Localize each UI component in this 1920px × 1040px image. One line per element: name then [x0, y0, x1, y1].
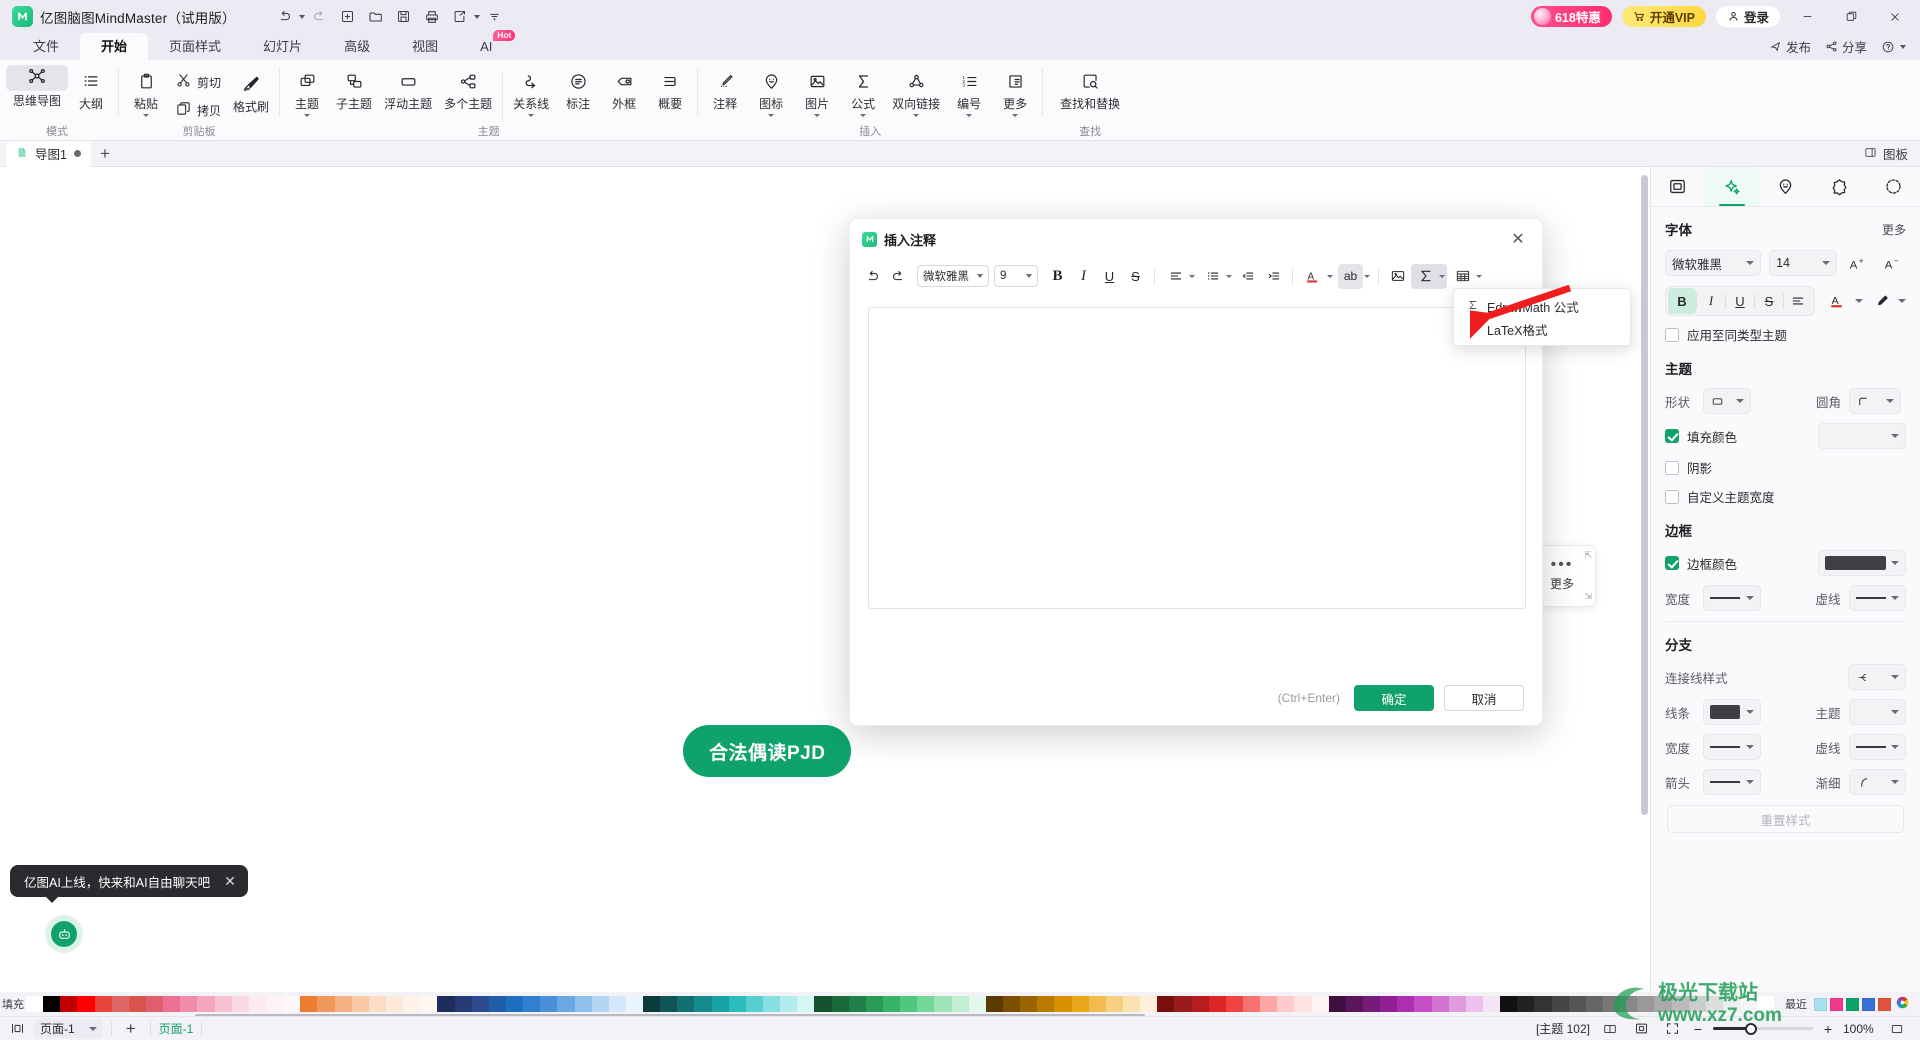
dialog-font-color-combo[interactable]: A	[1299, 264, 1335, 289]
dialog-list-combo[interactable]	[1198, 264, 1234, 289]
dialog-font-color-button[interactable]: A	[1301, 264, 1326, 289]
dialog-title: 插入注释	[884, 232, 937, 248]
dialog-cancel-button[interactable]: 取消	[1444, 685, 1524, 711]
dialog-close-button[interactable]: ✕	[1506, 227, 1530, 251]
align-dropdown-icon[interactable]	[1189, 274, 1195, 278]
dialog-redo-button[interactable]	[886, 264, 911, 289]
dialog-ok-button[interactable]: 确定	[1354, 685, 1434, 711]
dialog-table-combo[interactable]	[1448, 264, 1484, 289]
dialog-undo-button[interactable]	[860, 264, 885, 289]
mindmaster-logo-icon	[862, 231, 877, 247]
dropdown-item-edrawmath[interactable]: EdrawMath 公式	[1454, 295, 1630, 318]
highlight-dropdown-icon[interactable]	[1364, 274, 1370, 278]
sigma-icon	[1467, 299, 1479, 314]
dialog-highlight-combo[interactable]: ab	[1336, 263, 1372, 289]
app-window: 亿图脑图MindMaster（试用版） 618特惠 开通VIP 登录 文件 开始…	[0, 0, 1920, 1040]
divider	[1378, 267, 1379, 285]
dialog-insert-table-button[interactable]	[1450, 264, 1475, 289]
dialog-insert-formula-button[interactable]	[1413, 264, 1438, 289]
dropdown-item-latex[interactable]: LaTeX格式	[1454, 318, 1630, 341]
formula-type-dropdown: EdrawMath 公式 LaTeX格式	[1453, 288, 1631, 346]
dialog-toolbar: 微软雅黑 9 B I U S A ab	[850, 259, 1542, 293]
dialog-underline-button[interactable]: U	[1097, 264, 1122, 289]
dialog-highlight-button[interactable]: ab	[1338, 263, 1363, 289]
chevron-down-icon	[1026, 274, 1032, 278]
dialog-indent-button[interactable]	[1261, 264, 1286, 289]
dialog-align-button[interactable]	[1163, 264, 1188, 289]
dropdown-item-latex-label: LaTeX格式	[1487, 324, 1548, 338]
formula-dropdown-icon[interactable]	[1439, 274, 1445, 278]
dialog-strikethrough-button[interactable]: S	[1123, 264, 1148, 289]
dialog-align-combo[interactable]	[1161, 264, 1197, 289]
divider	[1292, 267, 1293, 285]
note-editor[interactable]	[868, 307, 1526, 609]
dialog-formula-combo[interactable]	[1411, 263, 1447, 289]
dialog-font-family-select[interactable]: 微软雅黑	[917, 265, 989, 287]
insert-note-dialog: 插入注释 ✕ 微软雅黑 9 B I U S A ab (Ctrl+Enter) …	[849, 218, 1543, 726]
dialog-bold-button[interactable]: B	[1045, 264, 1070, 289]
dropdown-item-edrawmath-label: EdrawMath 公式	[1487, 301, 1579, 315]
modal-overlay: 插入注释 ✕ 微软雅黑 9 B I U S A ab (Ctrl+Enter) …	[0, 0, 1920, 1040]
dialog-font-family-value: 微软雅黑	[923, 271, 969, 283]
dialog-italic-button[interactable]: I	[1071, 264, 1096, 289]
dialog-outdent-button[interactable]	[1235, 264, 1260, 289]
table-dropdown-icon[interactable]	[1476, 274, 1482, 278]
dialog-font-size-select[interactable]: 9	[994, 265, 1038, 287]
dialog-header: 插入注释 ✕	[850, 219, 1542, 259]
list-dropdown-icon[interactable]	[1226, 274, 1232, 278]
dialog-font-size-value: 9	[1000, 270, 1007, 282]
dialog-shortcut-hint: (Ctrl+Enter)	[1277, 691, 1340, 705]
chevron-down-icon	[977, 274, 983, 278]
font-color-dropdown-icon[interactable]	[1327, 274, 1333, 278]
dialog-insert-image-button[interactable]	[1385, 264, 1410, 289]
divider	[1154, 267, 1155, 285]
dialog-footer: (Ctrl+Enter) 确定 取消	[850, 685, 1542, 711]
dialog-bullet-list-button[interactable]	[1200, 264, 1225, 289]
